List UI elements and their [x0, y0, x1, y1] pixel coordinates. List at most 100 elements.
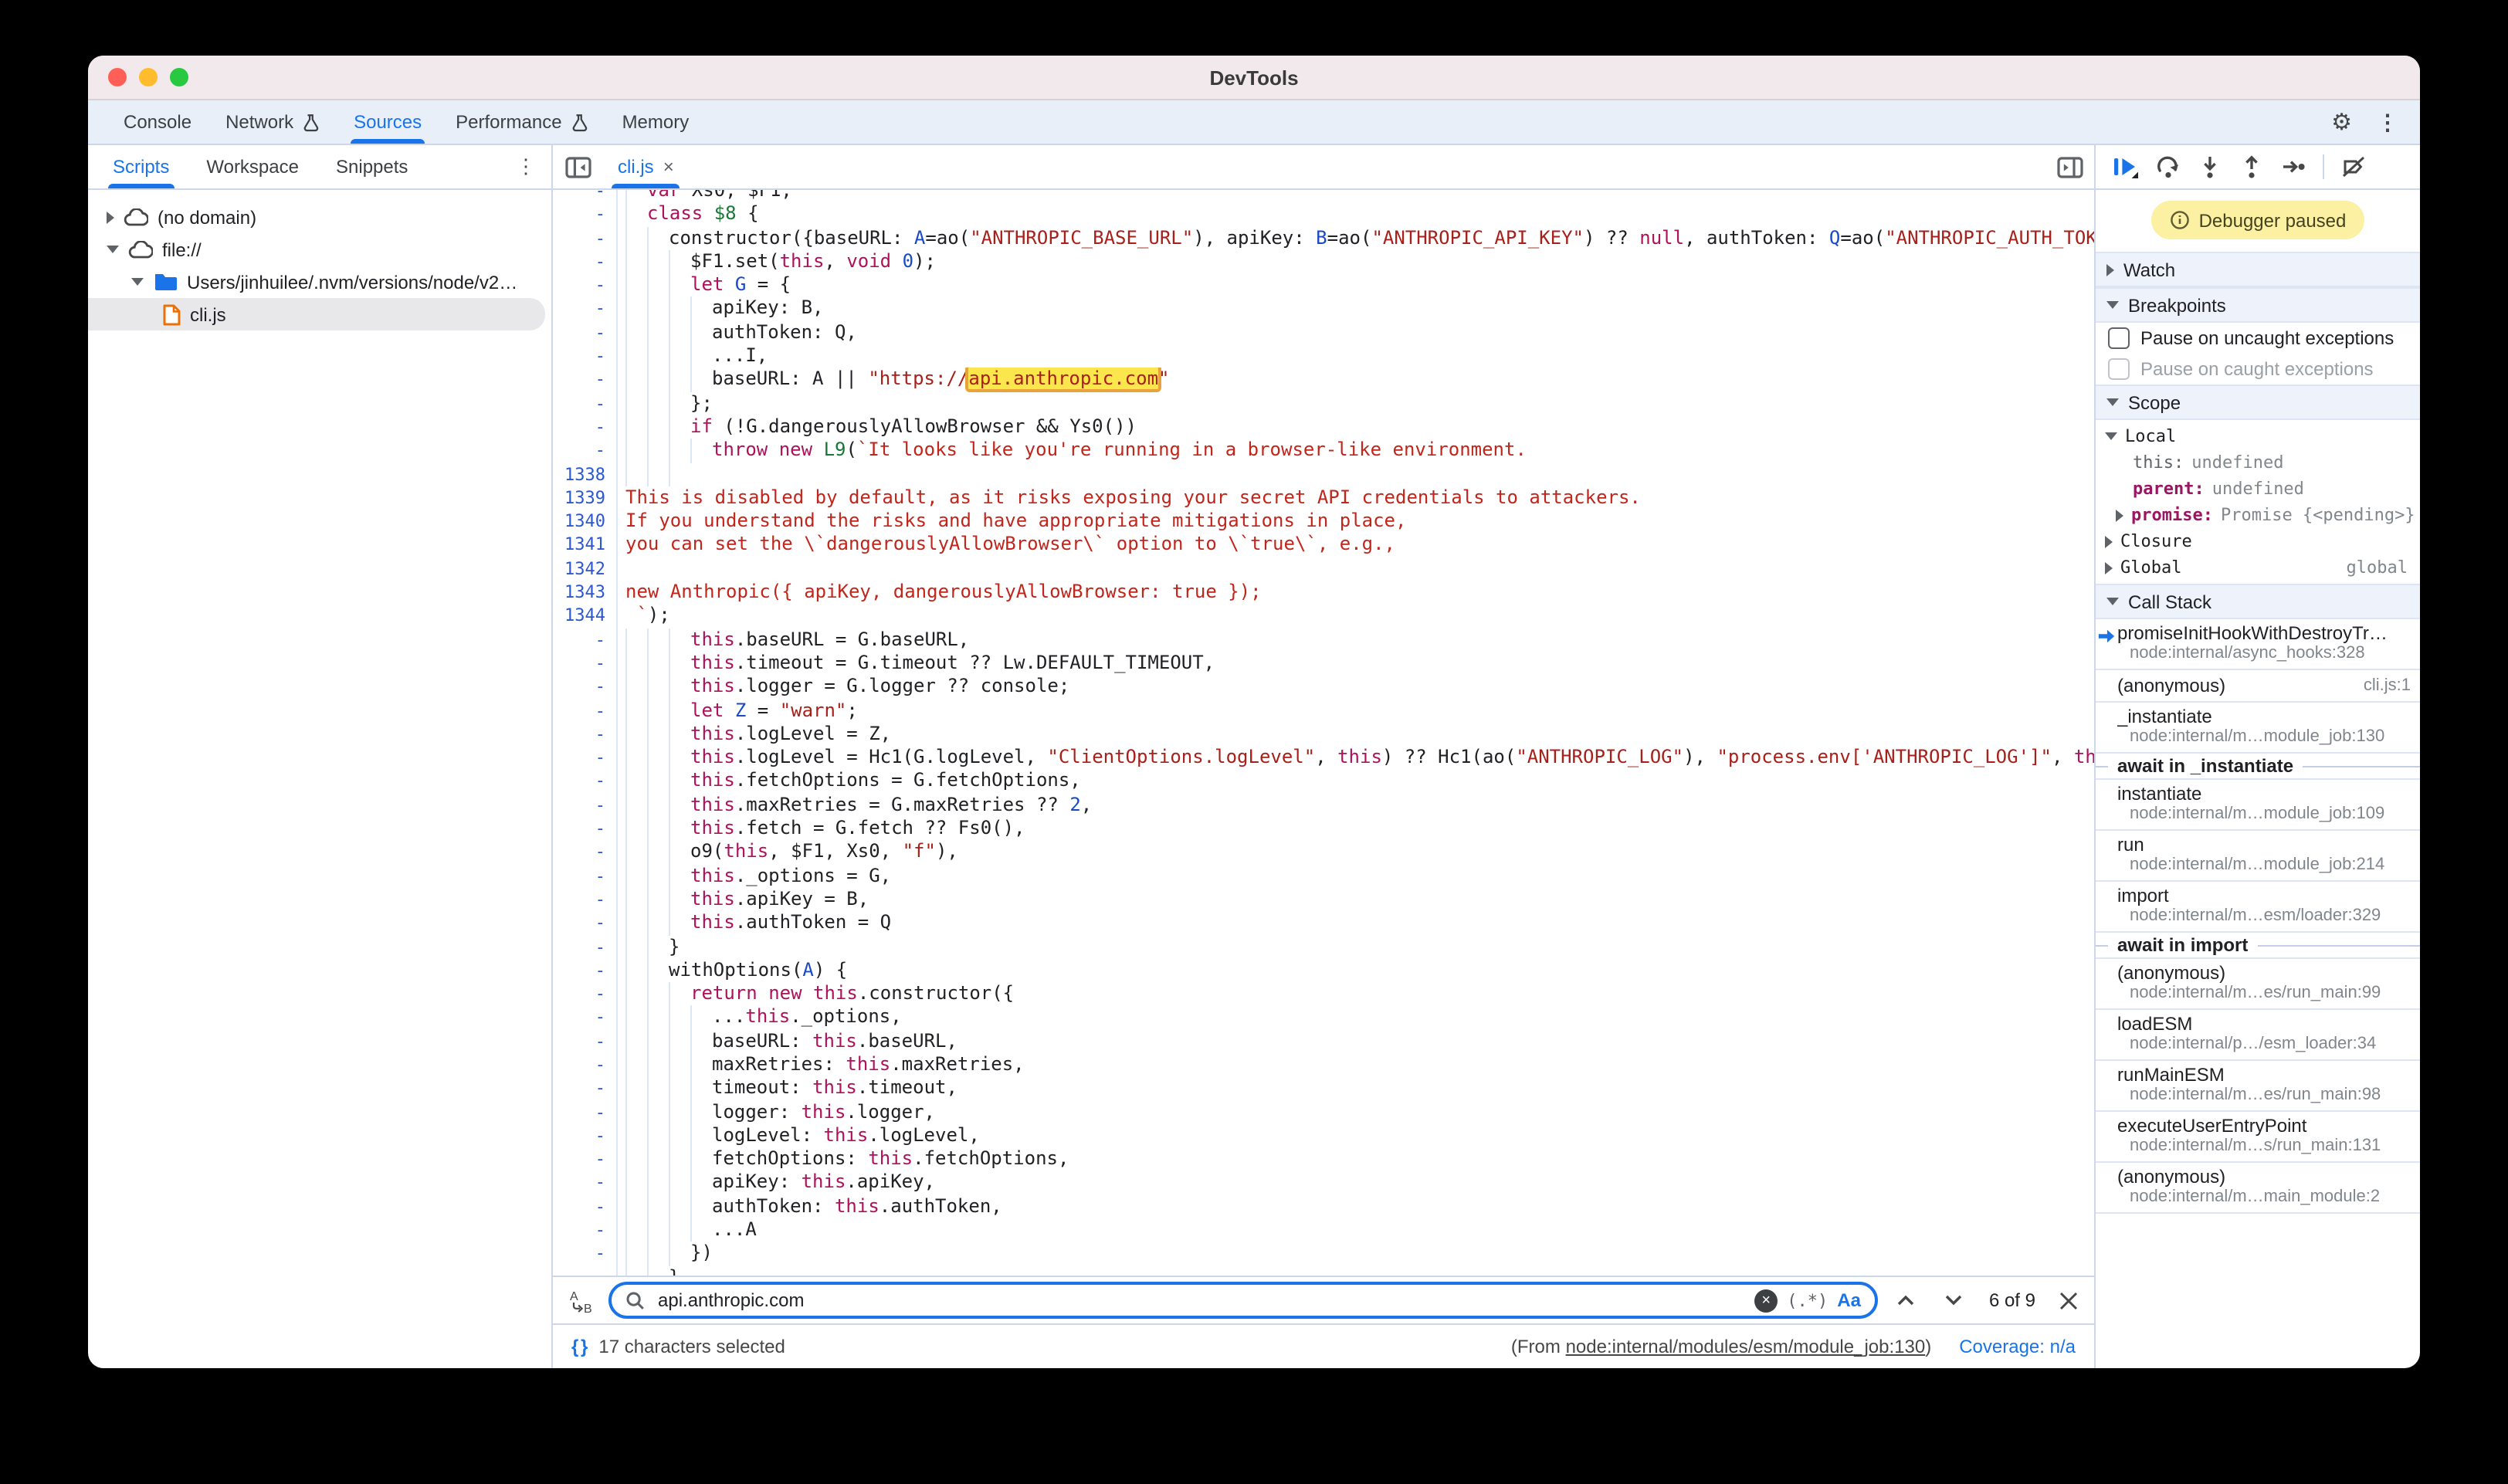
code-line[interactable]: -let Z = "warn";	[553, 699, 2094, 723]
code-text[interactable]: logger: this.logger,	[616, 1100, 2094, 1124]
code-line[interactable]: -this.fetchOptions = G.fetchOptions,	[553, 770, 2094, 794]
line-number[interactable]: 1338	[553, 462, 616, 486]
code-text[interactable]: baseURL: this.baseURL,	[616, 1029, 2094, 1053]
tab-snippets[interactable]: Snippets	[317, 145, 426, 188]
code-text[interactable]: let Z = "warn";	[616, 699, 2094, 723]
code-text[interactable]: this.fetch = G.fetch ?? Fs0(),	[616, 817, 2094, 841]
line-number[interactable]: -	[553, 628, 616, 652]
code-line[interactable]: 1344 `);	[553, 605, 2094, 628]
scope-prop-this[interactable]: this: undefined	[2096, 449, 2420, 476]
callstack-frame[interactable]: (anonymous)cli.js:1	[2096, 670, 2420, 703]
callstack-frame[interactable]: importnode:internal/m…esm/loader:329	[2096, 882, 2420, 933]
code-line[interactable]: 1343new Anthropic({ apiKey, dangerouslyA…	[553, 581, 2094, 605]
code-line[interactable]: -authToken: Q,	[553, 321, 2094, 345]
code-line[interactable]: -})	[553, 1242, 2094, 1266]
minimize-window-button[interactable]	[139, 68, 158, 86]
code-text[interactable]: authToken: this.authToken,	[616, 1195, 2094, 1219]
code-text[interactable]: this.logger = G.logger ?? console;	[616, 675, 2094, 699]
line-number[interactable]: -	[553, 1218, 616, 1242]
scope-prop-promise[interactable]: promise: Promise {<pending>}	[2096, 502, 2420, 528]
tab-performance[interactable]: Performance	[439, 100, 605, 144]
line-number[interactable]: -	[553, 368, 616, 392]
line-number[interactable]: -	[553, 841, 616, 865]
code-text[interactable]	[616, 557, 2094, 581]
code-line[interactable]: -this._options = G,	[553, 864, 2094, 888]
section-breakpoints[interactable]: Breakpoints	[2096, 287, 2420, 323]
clear-search-icon[interactable]: ×	[1754, 1289, 1778, 1312]
code-text[interactable]: ...I,	[616, 344, 2094, 368]
line-number[interactable]: 1340	[553, 510, 616, 534]
line-number[interactable]: -	[553, 1029, 616, 1053]
code-text[interactable]: class $8 {	[616, 203, 2094, 227]
line-number[interactable]: -	[553, 675, 616, 699]
code-line[interactable]: -this.baseURL = G.baseURL,	[553, 628, 2094, 652]
pause-caught-row[interactable]: Pause on caught exceptions	[2096, 354, 2420, 385]
code-text[interactable]: this.timeout = G.timeout ?? Lw.DEFAULT_T…	[616, 652, 2094, 676]
line-number[interactable]: -	[553, 652, 616, 676]
code-text[interactable]: this.maxRetries = G.maxRetries ?? 2,	[616, 793, 2094, 817]
source-link[interactable]: node:internal/modules/esm/module_job:130	[1566, 1336, 1926, 1357]
section-scope[interactable]: Scope	[2096, 385, 2420, 420]
code-line[interactable]: -return new this.constructor({	[553, 982, 2094, 1006]
code-text[interactable]: let G = {	[616, 273, 2094, 297]
tab-scripts[interactable]: Scripts	[94, 145, 188, 188]
line-number[interactable]: -	[553, 1147, 616, 1171]
file-tab-cli-js[interactable]: cli.js ×	[602, 145, 690, 188]
replace-toggle-icon[interactable]: AB	[568, 1287, 593, 1313]
line-number[interactable]: -	[553, 226, 616, 250]
code-line[interactable]: -this.timeout = G.timeout ?? Lw.DEFAULT_…	[553, 652, 2094, 676]
line-number[interactable]: -	[553, 1077, 616, 1101]
code-line[interactable]: -baseURL: A || "https://api.anthropic.co…	[553, 368, 2094, 392]
callstack-frame[interactable]: _instantiatenode:internal/m…module_job:1…	[2096, 703, 2420, 754]
previous-match-icon[interactable]	[1893, 1289, 1918, 1311]
code-line[interactable]: -baseURL: this.baseURL,	[553, 1029, 2094, 1053]
section-call-stack[interactable]: Call Stack	[2096, 584, 2420, 619]
code-editor[interactable]: -var Xs0, $F1;-class $8 {-constructor({b…	[553, 190, 2094, 1276]
callstack-frame[interactable]: promiseInitHookWithDestroyTr…node:intern…	[2096, 619, 2420, 670]
code-text[interactable]: this.logLevel = Z,	[616, 723, 2094, 747]
scope-closure[interactable]: Closure	[2096, 528, 2420, 554]
line-number[interactable]: -	[553, 1053, 616, 1077]
code-line[interactable]: -logger: this.logger,	[553, 1100, 2094, 1124]
match-case-toggle[interactable]: Aa	[1837, 1289, 1861, 1311]
next-match-icon[interactable]	[1941, 1289, 1966, 1311]
tree-item-no-domain[interactable]: (no domain)	[88, 201, 551, 233]
checkbox[interactable]	[2108, 358, 2130, 380]
code-line[interactable]: -var Xs0, $F1;	[553, 190, 2094, 203]
code-line[interactable]: -throw new L9(`It looks like you're runn…	[553, 439, 2094, 463]
line-number[interactable]: -	[553, 321, 616, 345]
code-text[interactable]: apiKey: B,	[616, 297, 2094, 321]
code-text[interactable]: constructor({baseURL: A=ao("ANTHROPIC_BA…	[616, 226, 2094, 250]
callstack-frame[interactable]: executeUserEntryPointnode:internal/m…s/r…	[2096, 1112, 2420, 1163]
code-text[interactable]: new Anthropic({ apiKey, dangerouslyAllow…	[616, 581, 2094, 605]
chevron-down-icon[interactable]	[131, 278, 144, 286]
line-number[interactable]: -	[553, 415, 616, 439]
code-text[interactable]: maxRetries: this.maxRetries,	[616, 1053, 2094, 1077]
code-line[interactable]: 1339This is disabled by default, as it r…	[553, 486, 2094, 510]
chevron-down-icon[interactable]	[107, 246, 119, 253]
line-number[interactable]: -	[553, 203, 616, 227]
navigator-more-kebab-icon[interactable]: ⋮	[516, 145, 551, 188]
line-number[interactable]: -	[553, 982, 616, 1006]
code-line[interactable]: -class $8 {	[553, 203, 2094, 227]
code-text[interactable]: this.logLevel = Hc1(G.logLevel, "ClientO…	[616, 746, 2094, 770]
line-number[interactable]: -	[553, 391, 616, 415]
line-number[interactable]: 1341	[553, 534, 616, 557]
regex-toggle[interactable]: (.*)	[1787, 1290, 1828, 1310]
line-number[interactable]: -	[553, 190, 616, 203]
code-text[interactable]: fetchOptions: this.fetchOptions,	[616, 1147, 2094, 1171]
line-number[interactable]: -	[553, 723, 616, 747]
line-number[interactable]: -	[553, 297, 616, 321]
code-line[interactable]: -}	[553, 1265, 2094, 1276]
line-number[interactable]: -	[553, 250, 616, 274]
code-text[interactable]: this._options = G,	[616, 864, 2094, 888]
line-number[interactable]: 1339	[553, 486, 616, 510]
code-text[interactable]: If you understand the risks and have app…	[616, 510, 2094, 534]
line-number[interactable]: -	[553, 1006, 616, 1030]
tree-item-node-folder[interactable]: Users/jinhuilee/.nvm/versions/node/v2…	[88, 266, 551, 298]
code-text[interactable]: throw new L9(`It looks like you're runni…	[616, 439, 2094, 463]
code-line[interactable]: -apiKey: B,	[553, 297, 2094, 321]
zoom-window-button[interactable]	[170, 68, 188, 86]
code-line[interactable]: 1338	[553, 462, 2094, 486]
pretty-print-icon[interactable]: { }	[571, 1336, 586, 1357]
